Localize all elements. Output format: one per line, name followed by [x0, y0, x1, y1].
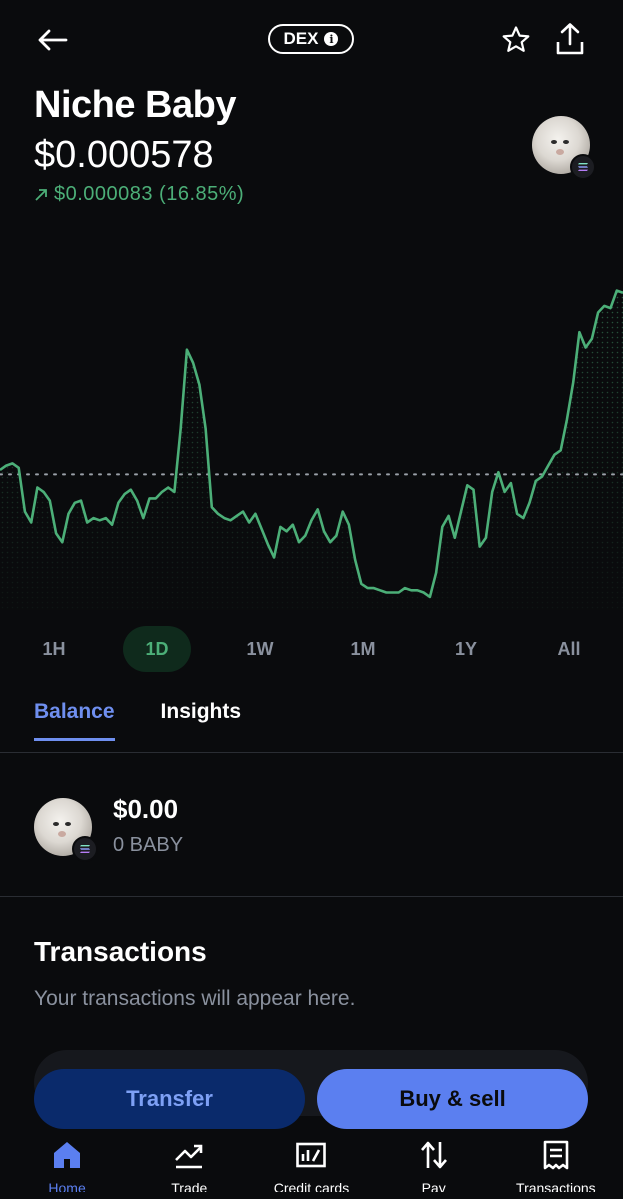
asset-tabs: Balance Insights [34, 700, 241, 741]
balance-token-avatar [34, 798, 98, 862]
balance-amount: 0 BABY [113, 834, 184, 856]
chart-area-fill [0, 290, 623, 610]
timeframe-1w[interactable]: 1W [226, 626, 294, 672]
transactions-title: Transactions [34, 936, 207, 967]
transfer-arrows-icon [420, 1141, 447, 1169]
home-icon [54, 1142, 81, 1168]
nav-trade[interactable]: Trade [134, 1140, 244, 1192]
nav-trade-label: Trade [171, 1180, 208, 1192]
nav-pay[interactable]: Pay [379, 1140, 489, 1192]
timeframe-1y[interactable]: 1Y [432, 626, 500, 672]
asset-price: $0.000578 [34, 134, 214, 176]
trending-up-icon [175, 1144, 203, 1169]
solana-icon [72, 836, 98, 862]
timeframe-1d[interactable]: 1D [123, 626, 191, 672]
transfer-button[interactable]: Transfer [34, 1069, 305, 1129]
price-change-value: $0.000083 [54, 183, 154, 205]
card-icon [296, 1142, 327, 1168]
dex-badge[interactable]: DEX i [268, 24, 354, 54]
share-button[interactable] [550, 18, 590, 60]
buy-sell-button[interactable]: Buy & sell [317, 1069, 588, 1129]
nav-transactions[interactable]: Transactions [501, 1140, 611, 1192]
receipt-icon [543, 1140, 569, 1170]
transactions-empty-message: Your transactions will appear here. [34, 987, 356, 1010]
arrow-up-right-icon [35, 188, 47, 201]
share-icon [556, 23, 584, 55]
info-icon: i [324, 32, 339, 46]
nav-transactions-label: Transactions [516, 1180, 596, 1192]
tab-balance[interactable]: Balance [34, 700, 115, 741]
bottom-nav: Home Trade Credit cards Pay Transactions [0, 1140, 623, 1199]
back-button[interactable] [30, 20, 74, 60]
timeframe-1m[interactable]: 1M [329, 626, 397, 672]
balance-divider [0, 896, 623, 897]
nav-credit-cards-label: Credit cards [273, 1180, 350, 1192]
nav-pay-label: Pay [421, 1180, 446, 1192]
arrow-left-icon [38, 29, 68, 51]
dex-badge-label: DEX [283, 29, 319, 48]
nav-home[interactable]: Home [12, 1140, 122, 1192]
nav-home-label: Home [48, 1180, 86, 1192]
tabs-divider [0, 752, 623, 753]
asset-name: Niche Baby [34, 84, 236, 126]
star-icon [502, 26, 530, 52]
price-change: $0.000083 (16.85%) [34, 183, 244, 206]
nav-credit-cards[interactable]: Credit cards [256, 1140, 366, 1192]
token-avatar [532, 116, 596, 180]
favorite-button[interactable] [496, 20, 536, 60]
timeframe-1h[interactable]: 1H [20, 626, 88, 672]
solana-icon [570, 154, 596, 180]
price-change-percent: (16.85%) [159, 183, 245, 205]
price-chart[interactable] [0, 230, 623, 620]
balance-usd: $0.00 [113, 794, 179, 824]
timeframe-all[interactable]: All [535, 626, 603, 672]
tab-insights[interactable]: Insights [161, 700, 242, 741]
timeframe-selector: 1H 1D 1W 1M 1Y All [20, 626, 603, 672]
